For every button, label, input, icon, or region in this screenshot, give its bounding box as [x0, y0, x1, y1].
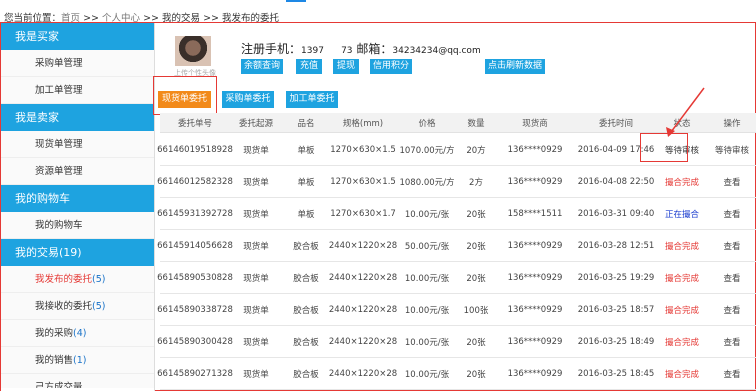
annotation-arrow	[666, 87, 705, 137]
